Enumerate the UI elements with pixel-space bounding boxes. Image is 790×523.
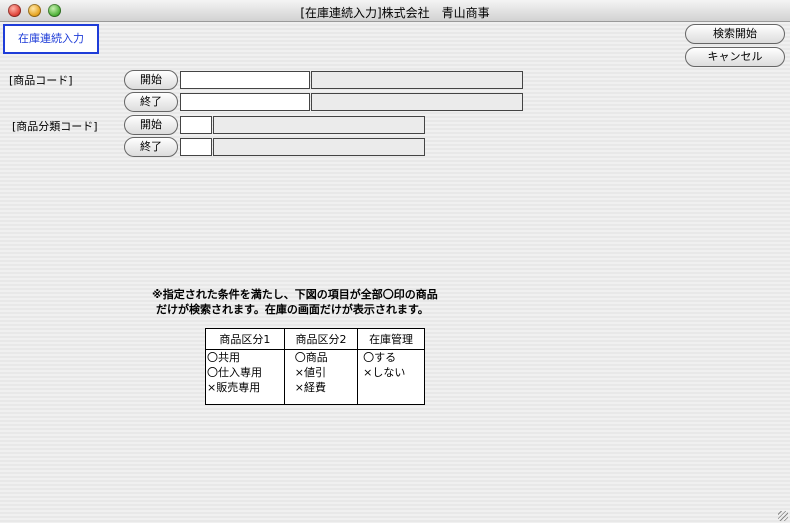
condition-legend-table: 商品区分1 商品区分2 在庫管理 〇共用 〇仕入専用 ×販売専用 〇商品 ×値引… <box>205 328 425 405</box>
legend-cell-stock-management: 〇する ×しない <box>357 349 425 405</box>
legend-item: 〇仕入専用 <box>207 366 262 379</box>
legend-item: 〇する <box>363 351 397 364</box>
category-code-start-button[interactable]: 開始 <box>124 115 178 135</box>
legend-body-row: 〇共用 〇仕入専用 ×販売専用 〇商品 ×値引 ×経費 〇する ×しない <box>205 349 425 405</box>
legend-cell-category2: 〇商品 ×値引 ×経費 <box>283 349 359 405</box>
legend-item: 〇共用 <box>207 351 240 364</box>
product-code-start-input[interactable] <box>180 71 310 89</box>
product-code-end-input[interactable] <box>180 93 310 111</box>
title-bar: [在庫連続入力]株式会社 青山商事 <box>0 0 790 22</box>
legend-item: ×値引 <box>294 366 326 379</box>
legend-header: 在庫管理 <box>357 328 425 350</box>
product-code-label: [商品コード] <box>9 74 73 87</box>
category-code-start-input[interactable] <box>180 116 212 134</box>
search-start-button[interactable]: 検索開始 <box>685 24 785 44</box>
resize-grip-icon[interactable] <box>778 511 788 521</box>
product-code-start-name-field <box>311 71 523 89</box>
legend-item: ×しない <box>363 366 406 379</box>
legend-cell-category1: 〇共用 〇仕入専用 ×販売専用 <box>205 349 285 405</box>
cancel-button[interactable]: キャンセル <box>685 47 785 67</box>
search-condition-note: ※指定された条件を満たし、下図の項目が全部〇印の商品 だけが検索されます。在庫の… <box>152 287 438 317</box>
window-title: [在庫連続入力]株式会社 青山商事 <box>300 6 490 20</box>
note-line-2: だけが検索されます。在庫の画面だけが表示されます。 <box>156 303 429 316</box>
legend-item: ×経費 <box>294 381 326 394</box>
main-content: 在庫連続入力 検索開始 キャンセル [商品コード] 開始 終了 [商品分類コード… <box>0 22 790 523</box>
legend-header: 商品区分2 <box>283 328 359 350</box>
product-code-end-name-field <box>311 93 523 111</box>
legend-item: 〇商品 <box>294 351 328 364</box>
category-code-start-name-field <box>213 116 425 134</box>
product-code-start-button[interactable]: 開始 <box>124 70 178 90</box>
legend-item: ×販売専用 <box>207 381 261 394</box>
legend-header-row: 商品区分1 商品区分2 在庫管理 <box>205 328 425 350</box>
category-code-label: [商品分類コード] <box>12 120 98 133</box>
category-code-end-name-field <box>213 138 425 156</box>
screen-title-label: 在庫連続入力 <box>3 24 99 54</box>
category-code-end-input[interactable] <box>180 138 212 156</box>
legend-header: 商品区分1 <box>205 328 285 350</box>
product-code-end-button[interactable]: 終了 <box>124 92 178 112</box>
category-code-end-button[interactable]: 終了 <box>124 137 178 157</box>
note-line-1: ※指定された条件を満たし、下図の項目が全部〇印の商品 <box>152 288 438 301</box>
